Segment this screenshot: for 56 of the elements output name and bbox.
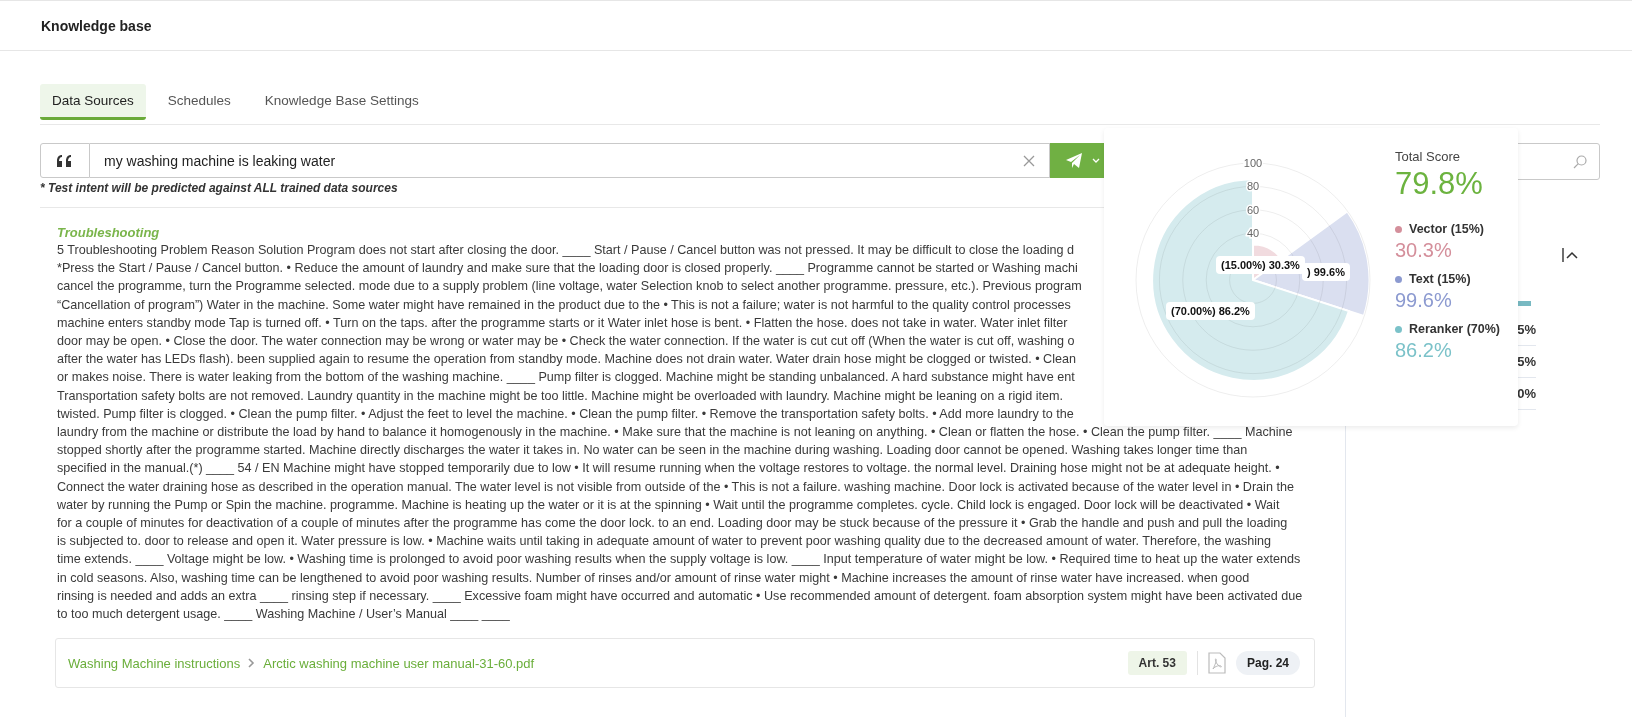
legend-label: Vector (15%) (1409, 222, 1485, 236)
clear-icon[interactable] (1023, 154, 1035, 167)
legend-value: 30.3% (1395, 239, 1452, 262)
chevron-right-icon (248, 658, 256, 669)
score-percent: 0% (1517, 386, 1536, 401)
result-text-line: *Press the Start / Pause / Cancel button. • Reduce the amount of laundry and make sure that the loading door is closed properly. ____ Programme cannot be started or Washing machi (57, 260, 1078, 278)
result-text-line: after the water has LEDs flash). been supplied again to resume the operation from standby mode. Machine does not drain water. Water drain hose might be clogged or twisted. • Clean (57, 351, 1076, 369)
result-text-line: machine enters standby mode Tap is turned off. • Turn on the taps. after the programme starts or it Water inlet hose is bent. • Flatten the hose. does not take in water. Water inlet filter (57, 314, 1068, 332)
page-badge: Pag. 24 (1235, 651, 1300, 676)
quote-button[interactable] (40, 143, 90, 178)
axis-tick-label: 80 (1246, 180, 1260, 193)
data-label: ) 99.6% (1302, 263, 1350, 281)
result-text-line: or makes noise. There is water leaking from the bottom of the washing machine. ____ Pump filter is clogged. Machine might be standing unbalanced. A hard substance might have ent (57, 369, 1075, 387)
result-title: Troubleshooting (57, 225, 160, 240)
pdf-file-icon[interactable] (1207, 652, 1226, 675)
article-badge: Art. 53 (1127, 651, 1187, 676)
search-icon (1573, 154, 1587, 169)
result-text-line: water by running the Pump or Spin the machine. programme. Machine is heating up the water or it is at the spinning • Wait until the programme completes. cycle. Child lock is engaged. Door lock will be deactivated • Wait (57, 496, 1280, 514)
axis-tick-label: 100 (1243, 157, 1263, 169)
query-text: my washing machine is leaking water (104, 152, 336, 169)
total-score-label: Total Score (1395, 149, 1462, 164)
result-text-line: laundry from the machine or distribute the load by hand to balance it homogenously in the machine. • Make sure that the machine is not leaning on anything. • Clean or flatten the hose. • Clean the pump filter. ____ Machine (57, 424, 1293, 442)
tab[interactable]: Schedules (155, 84, 243, 120)
chevron-down-icon (1092, 158, 1100, 163)
data-label: (15.00%) 30.3% (1216, 256, 1305, 274)
tab[interactable]: Data Sources (40, 84, 146, 120)
result-text-line: time extends. ____ Voltage might be low. • Washing time is prolonged to avoid poor washing results when the supply voltage is low. ____ Input temperature of water might be low. • Required time to heat up the water extends (57, 551, 1301, 569)
collapse-icon[interactable] (1562, 248, 1578, 262)
result-text-line: twisted. Pump filter is clogged. • Clean the pump filter. • Adjust the feet to level the machine. • Clean the pump filter. • Remove the transportation safety bolts. • Add more laundry to the (57, 405, 1074, 423)
page-title: Knowledge base (41, 17, 152, 34)
legend-label: Text (15%) (1409, 272, 1471, 286)
result-text-line: 5 Troubleshooting Problem Reason Solution Program does not start after closing the door. ____ Start / Pause / Cancel button was not pressed. It may be difficult to close the loading d (57, 242, 1074, 259)
score-percent: 5% (1517, 322, 1536, 337)
legend-label: Reranker (70%) (1409, 322, 1500, 336)
quote-icon (57, 154, 73, 167)
result-text-line: to too much detergent usage. ____ Washing Machine / User’s Manual ____ ____ (57, 606, 510, 624)
result-text-line: is subjected to. door to release and open it. Water pressure is low. • Machine waits until taking in adequate amount of water to prevent poor washing quality due to the decreased amount of water. Therefore, the washing (57, 533, 1272, 551)
legend-value: 86.2% (1395, 339, 1452, 362)
tab[interactable]: Knowledge Base Settings (252, 84, 431, 120)
total-score-value: 79.8% (1395, 166, 1484, 202)
result-text-line: rinsing is needed and adds an extra ____ rinsing step if necessary. ____ Excessive foam might have occurred and automatic • Use recommended amount of detergent. foam absorption system might have been activated due (57, 587, 1303, 605)
data-label: (70.00%) 86.2% (1166, 302, 1255, 320)
result-text-line: for a couple of minutes for deactivation of a couple of minutes after the programme has come the door lock. to an end. Loading door may be stuck because of the pressure it • Grab the handle and push and pull the loading (57, 515, 1288, 533)
result-text-line: in cold seasons. Also, washing time can be lengthened to avoid poor washing results. Number of rinses and/or amount of rinse water might • Machine increases the amount of rinse water have increased. when good (57, 569, 1250, 587)
result-text-line: door may be open. • Close the door. The water connection may be wrong or water may be • Check the water connection. If the water is cut cut off (When the water is cut off, washing o (57, 333, 1075, 350)
result-text-line: Transportation safety bolts are not removed. Laundry quantity in the machine might be too little. Machine might be overloaded with laundry. Machine might be leaning on a rigid item. (57, 387, 1063, 405)
result-text-line: “Cancellation of program”) Water in the machine. Some water might have remained in the product due to the • This is not a failure; water is not harmful to the quality control processes (57, 296, 1071, 314)
result-text-line: Connect the water draining hose as described in the operation manual. The water level is not visible from outside of the • This is not a failure. washing machine. Door lock is activated because of the water level in • Drain the (57, 478, 1294, 496)
axis-tick-label: 40 (1246, 227, 1260, 240)
result-text-line: cancel the programme, turn the Programme selected. mode due to a supply problem (line voltage, water Selection knob to select another programme. pressure, etc.). Previous program (57, 278, 1082, 296)
paper-plane-icon (1066, 153, 1082, 168)
query-field[interactable]: my washing machine is leaking water (90, 143, 1050, 178)
result-text-line: stopped shortly after the programme started. Machine directly discharges the water it takes in. No water can be seen in the machine during washing. Loading door cannot be opened. Washing takes longer time than (57, 442, 1248, 460)
legend-value: 99.6% (1395, 289, 1452, 312)
result-text-line: specified in the manual.(*) ____ 54 / EN Machine might have stopped temporarily due to low • It will resume running when the voltage restores to voltage. the normal level. Draining hose might not be at adequate height. • (57, 460, 1280, 478)
score-percent: 5% (1517, 354, 1536, 369)
